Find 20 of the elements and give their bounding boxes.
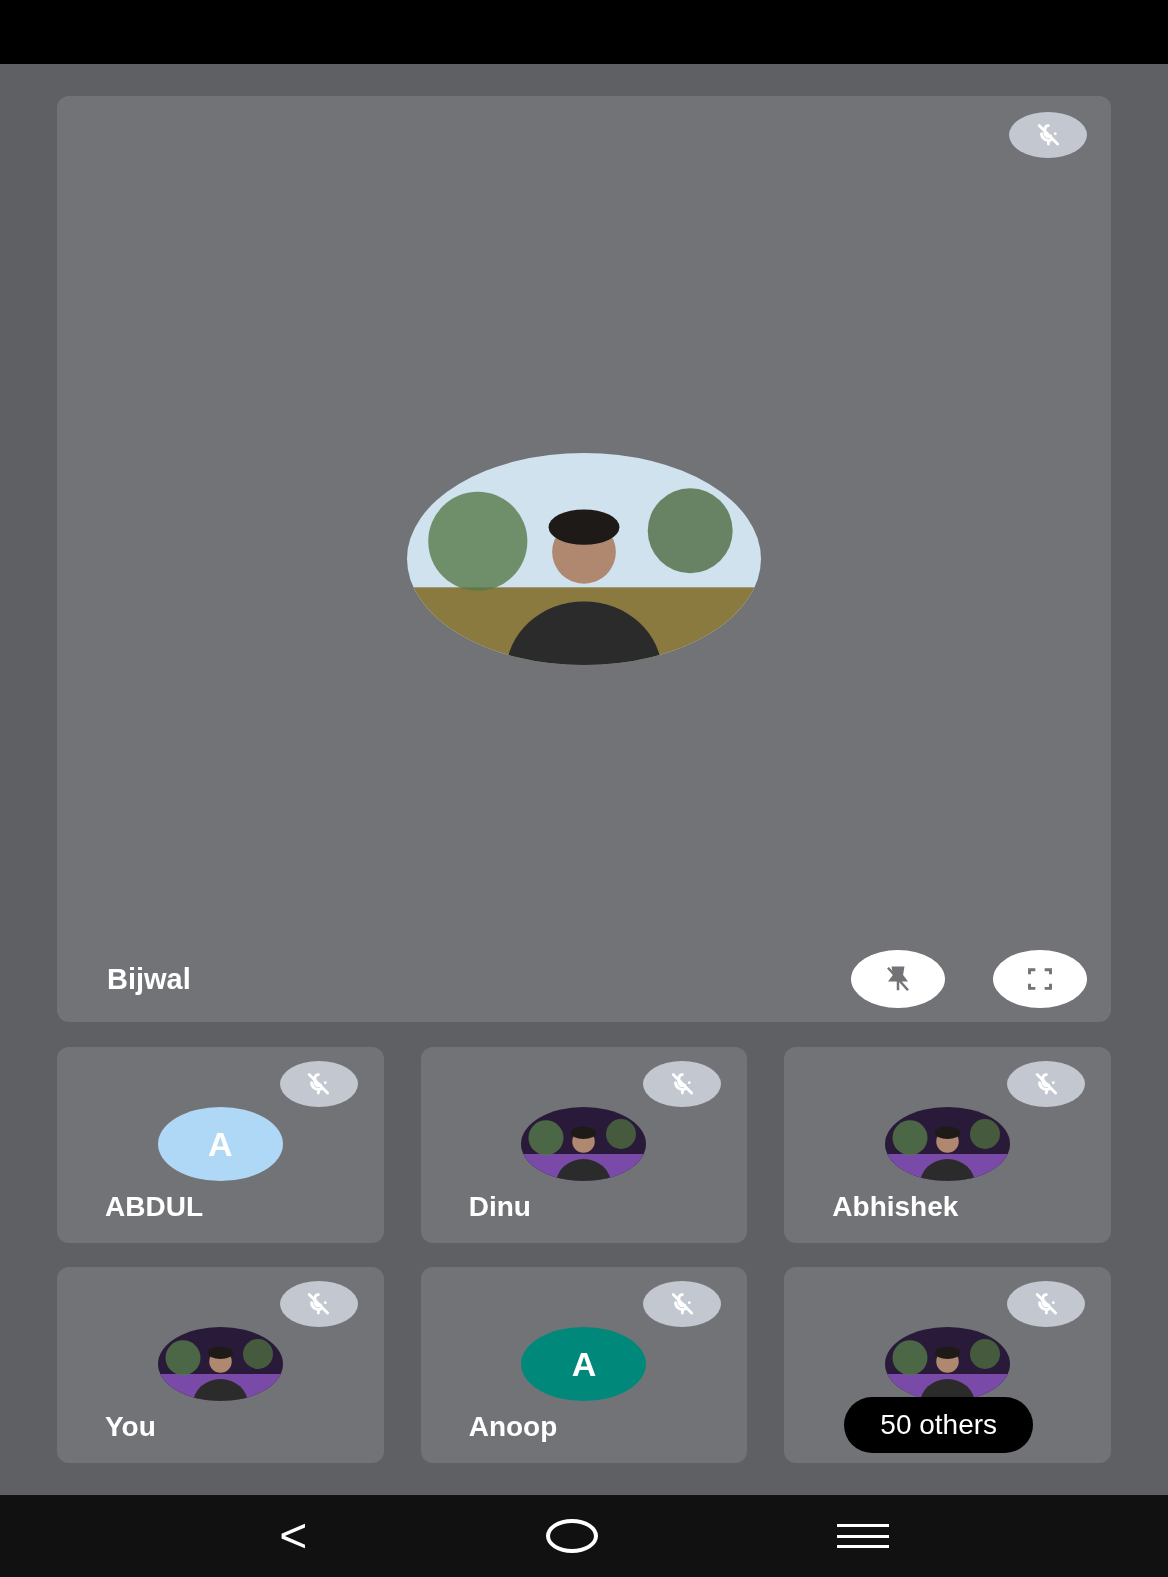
recent-apps-button[interactable] [836,1521,889,1551]
participant-name: Dinu [468,1193,531,1221]
participant-tile[interactable]: A Anoop [420,1267,748,1463]
participant-tile[interactable]: 50 others [784,1267,1111,1463]
participant-name: ABDUL [105,1193,203,1221]
participant-name: Anoop [468,1413,558,1441]
participant-name: You [105,1413,156,1441]
participant-tile[interactable]: Abhishek [784,1047,1111,1243]
fullscreen-icon [1026,965,1054,993]
participant-name: Bijwal [107,965,191,994]
back-button[interactable]: < [279,1512,308,1560]
participant-tile[interactable]: Dinu [420,1047,748,1243]
main-tile[interactable]: Bijwal [57,96,1111,1022]
participant-name: Abhishek [832,1193,959,1221]
others-button[interactable]: 50 others [844,1397,1034,1453]
avatar-initial: A [208,1127,233,1161]
avatar-initial: A [571,1347,597,1381]
home-button[interactable] [546,1519,598,1553]
participant-tile[interactable]: A ABDUL [57,1047,384,1243]
participant-tile[interactable]: You [57,1267,384,1463]
